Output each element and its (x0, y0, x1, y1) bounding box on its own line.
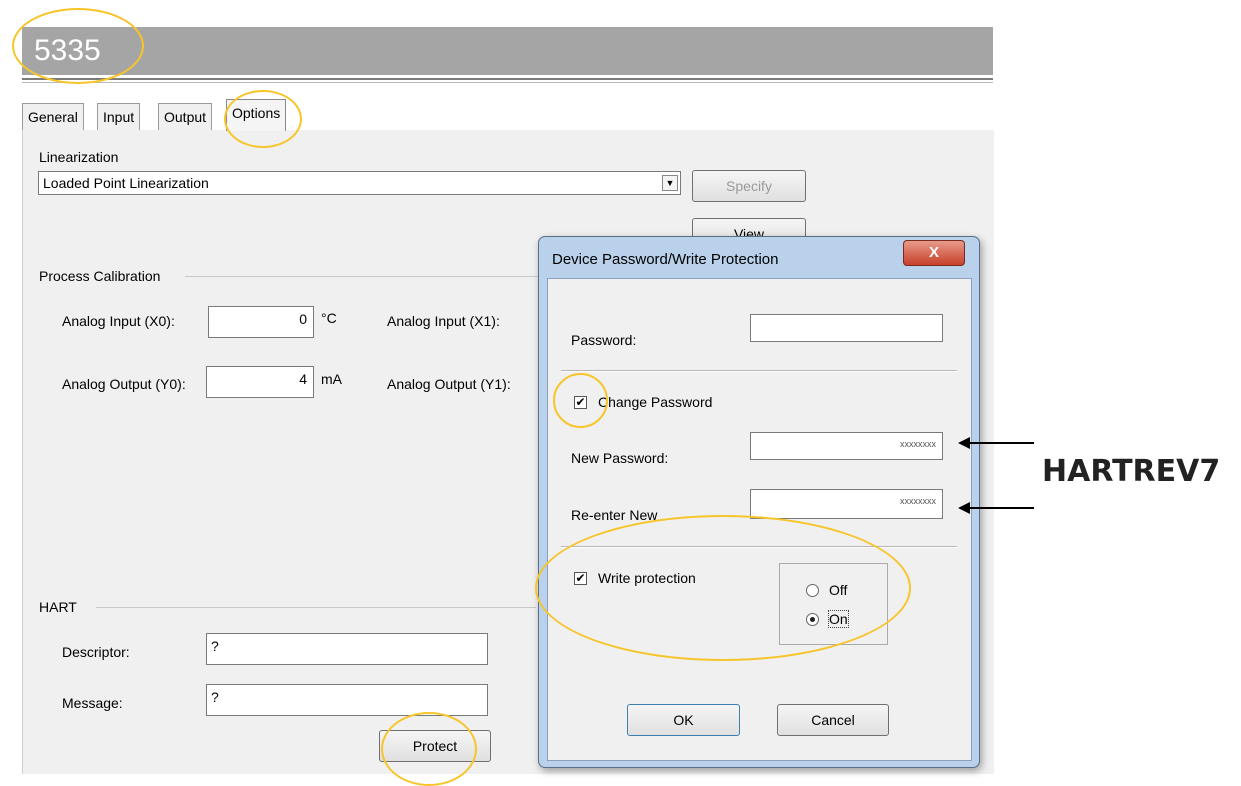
y0-label: Analog Output (Y0): (62, 376, 186, 392)
close-icon[interactable]: X (903, 240, 965, 266)
cancel-button[interactable]: Cancel (777, 704, 889, 736)
tab-output[interactable]: Output (158, 103, 213, 130)
message-label: Message: (62, 695, 123, 711)
arrow-head-icon (958, 437, 970, 449)
process-calibration-line (185, 276, 545, 277)
change-password-label: Change Password (598, 394, 713, 410)
x0-unit: °C (321, 310, 337, 326)
highlight-ring-protect (381, 712, 477, 786)
y0-value: 4 (299, 371, 307, 387)
x0-input[interactable]: 0 (208, 306, 314, 338)
annotation-text: HARTREV7 (1042, 454, 1221, 489)
password-input[interactable] (750, 314, 943, 342)
ok-button[interactable]: OK (627, 704, 740, 736)
linearization-label: Linearization (39, 149, 119, 165)
chevron-down-icon[interactable]: ▼ (662, 175, 678, 191)
tab-general[interactable]: General (22, 103, 84, 130)
arrow-reenter (968, 507, 1034, 509)
process-calibration-label: Process Calibration (39, 268, 161, 284)
arrow-head-icon (958, 502, 970, 514)
reenter-input[interactable]: xxxxxxxx (750, 489, 943, 519)
highlight-ring-title (12, 8, 144, 84)
highlight-ring-write-protection (535, 515, 911, 661)
hart-label: HART (39, 599, 77, 615)
y1-label: Analog Output (Y1): (387, 376, 511, 392)
message-input[interactable]: ? (206, 684, 488, 716)
y0-input[interactable]: 4 (206, 366, 314, 398)
descriptor-value: ? (211, 638, 219, 654)
tab-input[interactable]: Input (97, 103, 141, 130)
y0-unit: mA (321, 371, 342, 387)
highlight-ring-options-tab (224, 90, 302, 148)
descriptor-label: Descriptor: (62, 644, 130, 660)
tab-general-label: General (28, 109, 78, 125)
descriptor-input[interactable]: ? (206, 633, 488, 665)
highlight-ring-change-password (553, 373, 608, 428)
hart-line (96, 607, 536, 608)
arrow-new-password (968, 442, 1034, 444)
reenter-value: xxxxxxxx (900, 496, 936, 506)
specify-button[interactable]: Specify (692, 170, 806, 202)
new-password-input[interactable]: xxxxxxxx (750, 432, 943, 460)
linearization-select[interactable]: Loaded Point Linearization ▼ (38, 171, 681, 195)
dialog-title: Device Password/Write Protection (552, 251, 779, 268)
x0-label: Analog Input (X0): (62, 313, 175, 329)
title-divider (22, 78, 993, 80)
new-password-label: New Password: (571, 450, 669, 466)
linearization-selected: Loaded Point Linearization (43, 175, 209, 191)
tab-output-label: Output (164, 109, 207, 125)
dialog-separator-1 (561, 370, 957, 372)
x1-label: Analog Input (X1): (387, 313, 500, 329)
app-title-bar (22, 27, 993, 75)
x0-value: 0 (299, 311, 307, 327)
tab-input-label: Input (103, 109, 135, 125)
new-password-value: xxxxxxxx (900, 439, 936, 449)
message-value: ? (211, 689, 219, 705)
title-divider-light (22, 82, 993, 83)
password-label: Password: (571, 332, 637, 348)
